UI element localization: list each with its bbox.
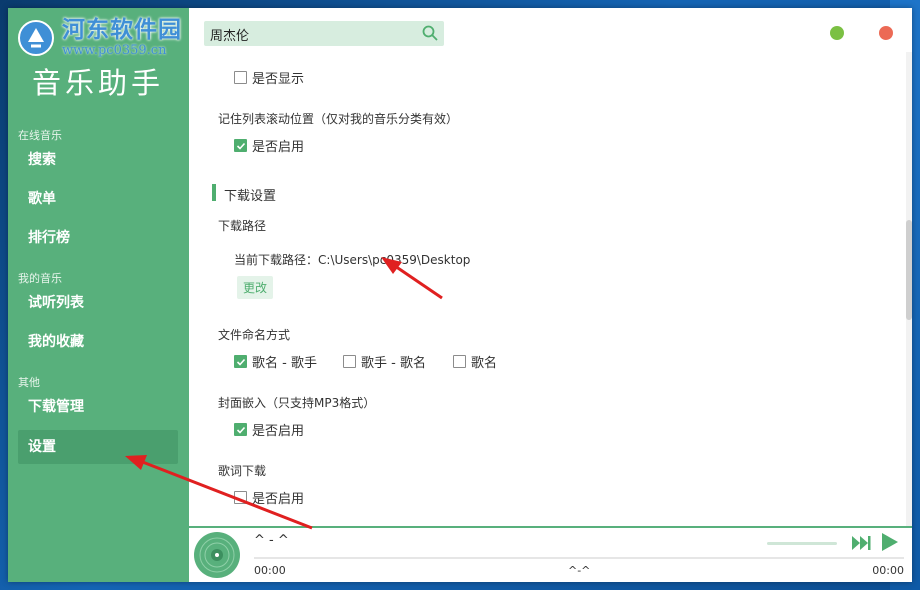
remember-scroll-title: 记住列表滚动位置（仅对我的音乐分类有效）	[218, 112, 459, 126]
naming-artist-title-label: 歌手 - 歌名	[361, 356, 426, 371]
cover-embed-label: 是否启用	[252, 424, 305, 439]
download-path-title: 下载路径	[218, 219, 267, 233]
naming-option-title[interactable]: 歌名	[453, 352, 497, 371]
sidebar-item-preview-list[interactable]: 试听列表	[18, 286, 178, 320]
remember-scroll-option[interactable]: 是否启用	[234, 136, 304, 155]
scrollbar-thumb[interactable]	[906, 220, 912, 320]
song-title: ^ - ^	[254, 533, 289, 548]
cover-embed-option[interactable]: 是否启用	[234, 420, 304, 439]
current-download-path: 当前下载路径：C:\Users\pc0359\Desktop	[234, 251, 470, 268]
close-button[interactable]	[879, 26, 893, 40]
watermark-text: 河东软件园	[62, 16, 182, 43]
check-icon	[236, 142, 245, 150]
lyrics-download-title: 歌词下载	[218, 464, 267, 478]
total-time: 00:00	[872, 564, 904, 577]
next-track-icon[interactable]	[851, 534, 871, 552]
progress-bar[interactable]	[254, 557, 904, 559]
app-title: 音乐助手	[32, 66, 165, 100]
show-option-label: 是否显示	[252, 72, 305, 87]
change-path-button[interactable]: 更改	[237, 276, 274, 299]
player-bar: ^ - ^ 00:00 ^-^ 00:00	[189, 526, 912, 582]
current-path-value: C:\Users\pc0359\Desktop	[318, 253, 471, 267]
remember-scroll-label: 是否启用	[252, 140, 305, 155]
watermark-logo-icon	[18, 20, 54, 56]
cover-embed-checkbox[interactable]	[234, 423, 247, 436]
sidebar-item-charts[interactable]: 排行榜	[18, 221, 178, 255]
lyrics-download-checkbox[interactable]	[234, 491, 247, 504]
play-icon[interactable]	[881, 532, 899, 552]
remember-scroll-checkbox[interactable]	[234, 139, 247, 152]
naming-option-artist-title[interactable]: 歌手 - 歌名	[343, 352, 426, 371]
sidebar-item-search[interactable]: 搜索	[18, 143, 178, 177]
current-time: 00:00	[254, 564, 286, 577]
disc-icon	[194, 532, 240, 578]
naming-option-title-artist[interactable]: 歌名 - 歌手	[234, 352, 317, 371]
sidebar-item-playlists[interactable]: 歌单	[18, 182, 178, 216]
app-window: 河东软件园 www.pc0359.cn 音乐助手 在线音乐 搜索 歌单 排行榜 …	[8, 8, 912, 582]
search-input[interactable]	[208, 21, 412, 48]
section-label-online-music: 在线音乐	[18, 129, 62, 142]
naming-title-artist-checkbox[interactable]	[234, 355, 247, 368]
show-checkbox[interactable]	[234, 71, 247, 84]
cover-embed-title: 封面嵌入（只支持MP3格式）	[218, 396, 376, 410]
current-path-label: 当前下载路径：	[234, 253, 319, 267]
sidebar: 河东软件园 www.pc0359.cn 音乐助手 在线音乐 搜索 歌单 排行榜 …	[8, 8, 189, 582]
search-box	[204, 21, 444, 48]
sidebar-item-settings[interactable]: 设置	[18, 430, 178, 464]
sidebar-item-favorites[interactable]: 我的收藏	[18, 325, 178, 359]
show-option[interactable]: 是否显示	[234, 68, 304, 87]
watermark-url: www.pc0359.cn	[62, 43, 167, 58]
sidebar-item-download-manager[interactable]: 下载管理	[18, 390, 178, 424]
search-icon[interactable]	[422, 25, 438, 41]
lyrics-download-label: 是否启用	[252, 492, 305, 507]
section-accent-bar	[212, 184, 216, 201]
naming-title-artist-label: 歌名 - 歌手	[252, 356, 317, 371]
minimize-button[interactable]	[830, 26, 844, 40]
lyrics-download-option[interactable]: 是否启用	[234, 488, 304, 507]
download-settings-title: 下载设置	[224, 189, 277, 204]
settings-panel: 是否显示 记住列表滚动位置（仅对我的音乐分类有效） 是否启用 下载设置 下载路径…	[189, 52, 912, 526]
check-icon	[236, 426, 245, 434]
check-icon	[236, 358, 245, 366]
naming-artist-title-checkbox[interactable]	[343, 355, 356, 368]
section-label-my-music: 我的音乐	[18, 272, 62, 285]
section-label-other: 其他	[18, 376, 40, 389]
file-naming-title: 文件命名方式	[218, 328, 291, 342]
status-text: ^-^	[568, 564, 591, 577]
volume-slider[interactable]	[767, 542, 837, 545]
naming-title-label: 歌名	[471, 356, 498, 371]
naming-title-checkbox[interactable]	[453, 355, 466, 368]
